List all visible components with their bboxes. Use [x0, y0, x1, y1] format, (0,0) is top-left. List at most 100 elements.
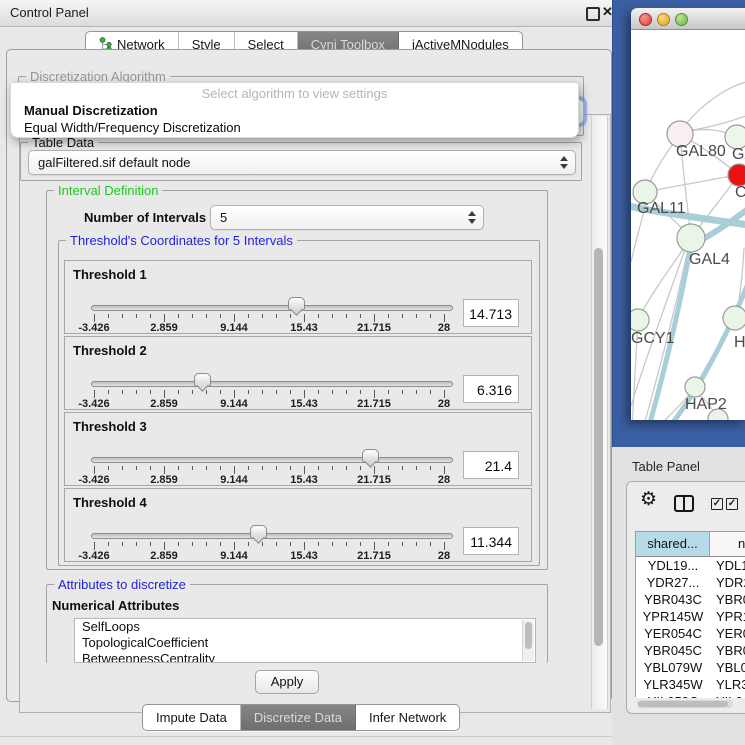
network-view-frame: GAL80GACGAL11GAL4GCY1HHAP2: [612, 0, 745, 447]
tick-mark: [276, 314, 277, 318]
threshold-label: Threshold 3: [73, 419, 147, 434]
attribute-item-betweennesscentrality[interactable]: BetweennessCentrality: [75, 651, 535, 663]
select-rows-checkbox-icon[interactable]: ✓: [726, 498, 738, 510]
network-edge[interactable]: [685, 82, 745, 125]
tick-mark: [178, 314, 179, 318]
tick-mark: [206, 314, 207, 318]
network-node-gcy1[interactable]: [631, 309, 649, 331]
threshold-value-field[interactable]: 14.713: [463, 299, 519, 327]
attribute-item-topologicalcoefficient[interactable]: TopologicalCoefficient: [75, 635, 535, 651]
vertical-scrollbar-thumb[interactable]: [594, 248, 603, 646]
attribute-item-selfloops[interactable]: SelfLoops: [75, 619, 535, 635]
table-row[interactable]: YBL079WYBL0: [636, 659, 745, 676]
select-columns-checkbox-icon[interactable]: ✓: [711, 498, 723, 510]
application-window: Control Panel ✕ NetworkStyleSelectCyni T…: [0, 0, 745, 745]
close-traffic-light-icon[interactable]: [639, 13, 652, 26]
split-view-icon[interactable]: [674, 495, 694, 512]
threshold-value-field[interactable]: 6.316: [463, 375, 519, 403]
table-data-select[interactable]: galFiltered.sif default node: [28, 150, 576, 175]
tick-mark: [248, 390, 249, 394]
threshold-value-field[interactable]: 11.344: [463, 527, 519, 555]
network-edge[interactable]: [645, 176, 731, 192]
network-node-h[interactable]: [723, 306, 745, 330]
tick-mark: [94, 314, 95, 322]
tick-mark: [374, 466, 375, 474]
mode-tab-infer-network[interactable]: Infer Network: [356, 705, 459, 730]
number-of-intervals-select[interactable]: 5: [210, 205, 484, 230]
list-scrollbar[interactable]: [522, 620, 534, 661]
network-node-gal4[interactable]: [677, 224, 705, 252]
axis-tick-label: 2.859: [129, 322, 199, 334]
horizontal-scrollbar-thumb[interactable]: [638, 701, 728, 707]
network-node-label: HAP2: [685, 396, 727, 413]
table-data-selected-value: galFiltered.sif default node: [38, 155, 553, 170]
number-of-intervals-label: Number of Intervals: [84, 210, 206, 225]
column-header-2[interactable]: na: [710, 532, 745, 557]
apply-button[interactable]: Apply: [255, 670, 319, 694]
tick-mark: [220, 466, 221, 470]
table-row[interactable]: YLR345WYLR3: [636, 676, 745, 693]
table-cell: YER0: [710, 625, 745, 642]
number-of-intervals-value: 5: [220, 210, 461, 225]
table-cell: YDR2: [710, 574, 745, 591]
list-scrollbar-thumb[interactable]: [525, 622, 532, 649]
threshold-4-panel: Threshold 4-3.4262.8599.14415.4321.71528…: [64, 488, 532, 562]
table-row[interactable]: YDR27...YDR2: [636, 574, 745, 591]
mode-tab-impute-data[interactable]: Impute Data: [143, 705, 241, 730]
tick-mark: [318, 390, 319, 394]
algorithm-option-manual-discretization[interactable]: Manual Discretization: [11, 102, 578, 119]
tick-mark: [346, 390, 347, 394]
tick-mark: [304, 466, 305, 474]
tick-mark: [360, 390, 361, 394]
table-cell: YBR0: [710, 642, 745, 659]
tick-mark: [94, 466, 95, 474]
settings-gear-icon[interactable]: ⚙: [640, 490, 657, 510]
tick-mark: [136, 542, 137, 546]
table-cell: YLR3: [710, 676, 745, 693]
tick-mark: [262, 390, 263, 394]
table-cell: YDL1: [710, 557, 745, 574]
threshold-3-panel: Threshold 3-3.4262.8599.14415.4321.71528…: [64, 412, 532, 486]
algorithm-option-equal-width-frequency-discretization[interactable]: Equal Width/Frequency Discretization: [11, 119, 578, 136]
zoom-traffic-light-icon[interactable]: [675, 13, 688, 26]
minimize-traffic-light-icon[interactable]: [657, 13, 670, 26]
slider-thumb[interactable]: [194, 373, 211, 387]
vertical-scrollbar[interactable]: [591, 116, 608, 709]
axis-tick-label: 15.43: [269, 322, 339, 334]
table-row[interactable]: YIL052CYIL0: [636, 693, 745, 698]
table-panel-region: Table Panel ⚙ ✓ ✓ shared...na YDL19...YD…: [612, 447, 745, 745]
table-row[interactable]: YBR045CYBR0: [636, 642, 745, 659]
mode-tab-discretize-data[interactable]: Discretize Data: [241, 705, 356, 730]
table-horizontal-scrollbar[interactable]: [637, 700, 733, 708]
tick-mark: [276, 466, 277, 470]
table-panel-title: Table Panel: [632, 459, 700, 474]
slider-thumb[interactable]: [288, 297, 305, 311]
network-canvas[interactable]: GAL80GACGAL11GAL4GCY1HHAP2: [631, 30, 745, 420]
table-cell: YBL079W: [636, 659, 710, 676]
table-row[interactable]: YBR043CYBR0: [636, 591, 745, 608]
table-row[interactable]: YPR145WYPR1: [636, 608, 745, 625]
axis-tick-label: 15.43: [269, 474, 339, 486]
table-row[interactable]: YER054CYER0: [636, 625, 745, 642]
tick-mark: [248, 466, 249, 470]
numerical-attributes-list[interactable]: SelfLoopsTopologicalCoefficientBetweenne…: [74, 618, 536, 663]
slider-thumb[interactable]: [362, 449, 379, 463]
threshold-value-field[interactable]: 21.4: [463, 451, 519, 479]
network-node-label: C: [735, 184, 745, 201]
column-header-1[interactable]: shared...: [636, 532, 710, 557]
numerical-attributes-label: Numerical Attributes: [52, 598, 179, 613]
network-node-label: GCY1: [631, 330, 675, 347]
network-node-hap2[interactable]: [685, 377, 705, 397]
axis-tick-label: 21.715: [339, 322, 409, 334]
tick-mark: [444, 390, 445, 398]
network-graph: GAL80GACGAL11GAL4GCY1HHAP2: [631, 30, 745, 420]
node-attribute-table: shared...na YDL19...YDL1YDR27...YDR2YBR0…: [635, 531, 745, 697]
threshold-label: Threshold 4: [73, 495, 147, 510]
network-node-c[interactable]: [728, 164, 745, 186]
slider-thumb[interactable]: [250, 525, 267, 539]
table-row[interactable]: YDL19...YDL1: [636, 557, 745, 574]
slider-track: [91, 305, 453, 311]
float-window-icon[interactable]: [586, 7, 600, 21]
tick-mark: [262, 542, 263, 546]
tick-mark: [234, 466, 235, 474]
